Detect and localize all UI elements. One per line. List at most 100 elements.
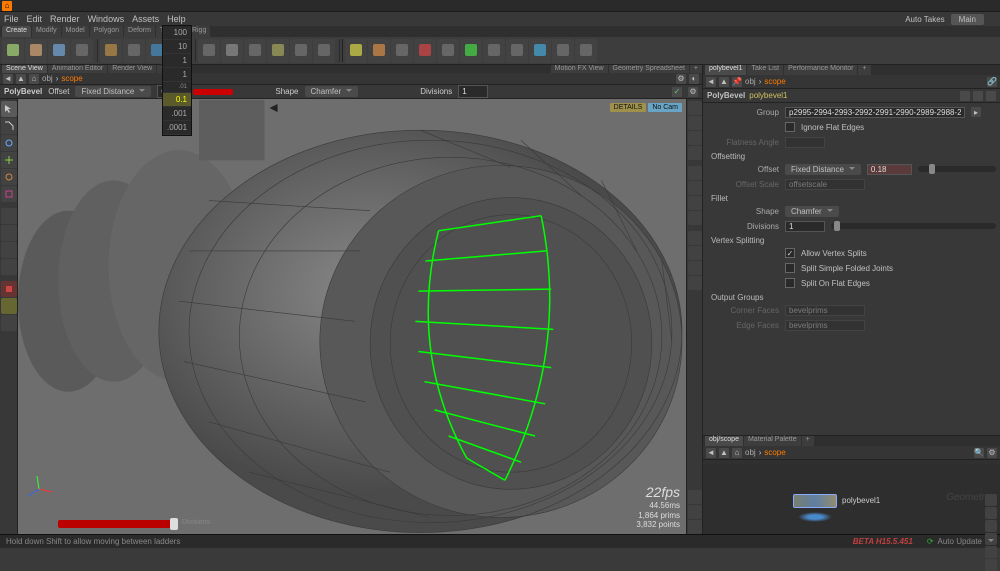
shelf-tool[interactable] xyxy=(391,39,413,63)
display-prims[interactable] xyxy=(688,261,702,275)
path-obj[interactable]: obj xyxy=(745,448,756,457)
offset-slider[interactable] xyxy=(193,89,233,95)
snap-curve[interactable] xyxy=(1,225,17,241)
ladder-step-p01[interactable]: .01 xyxy=(163,82,191,93)
move-tool[interactable] xyxy=(1,152,17,168)
view-persp[interactable] xyxy=(688,101,702,115)
ladder-step-p1[interactable]: 0.1 xyxy=(163,93,191,107)
path-obj[interactable]: obj xyxy=(745,77,756,86)
home-icon[interactable]: ⌂ xyxy=(732,448,742,458)
info-icon[interactable] xyxy=(986,91,996,101)
value-ladder[interactable]: 100 10 1 1 .01 0.1 .001 .0001 xyxy=(162,25,192,136)
path-up[interactable]: ▲ xyxy=(16,74,26,84)
tab-scene-view[interactable]: Scene View xyxy=(2,65,47,73)
gear-icon[interactable]: ⚙ xyxy=(987,448,997,458)
pin-icon[interactable]: 📌 xyxy=(732,77,742,87)
tab-polybevel[interactable]: polybevel1 xyxy=(705,65,746,75)
shelf-tool[interactable] xyxy=(414,39,436,63)
shelf-tool[interactable] xyxy=(221,39,243,63)
view-top[interactable] xyxy=(688,116,702,130)
path-up[interactable]: ▲ xyxy=(719,448,729,458)
path-node[interactable]: scope xyxy=(61,74,82,83)
gear-icon[interactable]: ⚙ xyxy=(688,87,698,97)
tab-motionfx[interactable]: Motion FX View xyxy=(551,65,608,73)
divisions-input[interactable] xyxy=(785,221,825,232)
group-input[interactable] xyxy=(785,107,965,118)
shelf-tool[interactable] xyxy=(368,39,390,63)
tab-geospread[interactable]: Geometry Spreadsheet xyxy=(609,65,689,73)
net-tab-matpal[interactable]: Material Palette xyxy=(744,436,801,446)
viewport-divisions-slider[interactable]: Divisions xyxy=(58,520,178,528)
shelf-tool[interactable] xyxy=(552,39,574,63)
menu-assets[interactable]: Assets xyxy=(132,14,159,24)
gear-icon[interactable] xyxy=(960,91,970,101)
display-opts3[interactable] xyxy=(688,505,702,519)
net-tool[interactable] xyxy=(985,559,997,571)
shelf-tab-model[interactable]: Model xyxy=(62,26,89,37)
shelf-tool[interactable] xyxy=(313,39,335,63)
shelf-tab-deform[interactable]: Deform xyxy=(124,26,155,37)
net-tool[interactable] xyxy=(985,546,997,558)
shelf-tool[interactable] xyxy=(437,39,459,63)
render-region[interactable] xyxy=(1,281,17,297)
offset-slider[interactable] xyxy=(918,166,996,172)
reselect-icon[interactable]: ▸ xyxy=(971,107,981,117)
path-node[interactable]: scope xyxy=(764,448,785,457)
menu-file[interactable]: File xyxy=(4,14,19,24)
take-selector[interactable]: Main xyxy=(951,14,984,25)
net-tool[interactable] xyxy=(985,494,997,506)
net-tool[interactable] xyxy=(985,520,997,532)
offset-mode-dropdown[interactable]: Fixed Distance xyxy=(785,164,861,175)
shelf-tool[interactable] xyxy=(345,39,367,63)
path-back[interactable]: ◄ xyxy=(706,448,716,458)
tab-render-view[interactable]: Render View xyxy=(108,65,156,73)
tab-takelist[interactable]: Take List xyxy=(747,65,783,75)
node-display-flag[interactable] xyxy=(798,512,832,522)
shelf-tool[interactable] xyxy=(198,39,220,63)
snap-grid[interactable] xyxy=(1,208,17,224)
allow-vsplit-check[interactable] xyxy=(785,248,795,258)
shading-wire[interactable] xyxy=(688,166,702,180)
link-icon[interactable]: 🔗 xyxy=(987,77,997,87)
shelf-tool[interactable] xyxy=(100,39,122,63)
viewport-badge-cam[interactable]: No Cam xyxy=(648,103,682,112)
display-options[interactable] xyxy=(688,276,702,290)
split-flat-check[interactable] xyxy=(785,278,795,288)
divisions-slider[interactable] xyxy=(831,223,996,229)
shelf-tool[interactable] xyxy=(575,39,597,63)
path-up[interactable]: ▲ xyxy=(719,77,729,87)
tab-add2[interactable]: + xyxy=(690,65,702,73)
flipbook-tool[interactable] xyxy=(1,315,17,331)
home-icon[interactable]: ⌂ xyxy=(29,74,39,84)
select-tool[interactable] xyxy=(1,101,17,117)
network-editor[interactable]: obj/scope Material Palette + ◄ ▲ ⌂ obj› … xyxy=(703,435,1000,534)
net-tab-scope[interactable]: obj/scope xyxy=(705,436,743,446)
menu-render[interactable]: Render xyxy=(50,14,80,24)
ladder-step-10[interactable]: 10 xyxy=(163,40,191,54)
shelf-tab-create[interactable]: Create xyxy=(2,26,31,37)
shelf-tool[interactable] xyxy=(483,39,505,63)
node-name[interactable]: polybevel1 xyxy=(749,91,787,100)
ghost-icon[interactable]: ◐ xyxy=(689,74,699,84)
view-side[interactable] xyxy=(688,146,702,160)
offset-input[interactable] xyxy=(867,164,912,175)
path-obj[interactable]: obj xyxy=(42,74,53,83)
shelf-tool[interactable] xyxy=(267,39,289,63)
ladder-step-p001[interactable]: .001 xyxy=(163,107,191,121)
ladder-step-p0001[interactable]: .0001 xyxy=(163,121,191,135)
ladder-step-100[interactable]: 100 xyxy=(163,26,191,40)
shelf-tool[interactable] xyxy=(48,39,70,63)
path-back[interactable]: ◄ xyxy=(706,77,716,87)
rotate-tool[interactable] xyxy=(1,169,17,185)
shelf-tool[interactable] xyxy=(529,39,551,63)
shape-dropdown[interactable]: Chamfer xyxy=(785,206,839,217)
display-points[interactable] xyxy=(688,231,702,245)
shelf-tool[interactable] xyxy=(460,39,482,63)
viewport[interactable]: DETAILS No Cam 22fps 44.56ms 1,864 prims… xyxy=(18,99,686,534)
display-normals[interactable] xyxy=(688,246,702,260)
path-node[interactable]: scope xyxy=(764,77,785,86)
shading-flat[interactable] xyxy=(688,181,702,195)
find-icon[interactable]: 🔍 xyxy=(974,448,984,458)
gear-icon[interactable]: ⚙ xyxy=(676,74,686,84)
tab-add[interactable]: + xyxy=(858,65,870,75)
